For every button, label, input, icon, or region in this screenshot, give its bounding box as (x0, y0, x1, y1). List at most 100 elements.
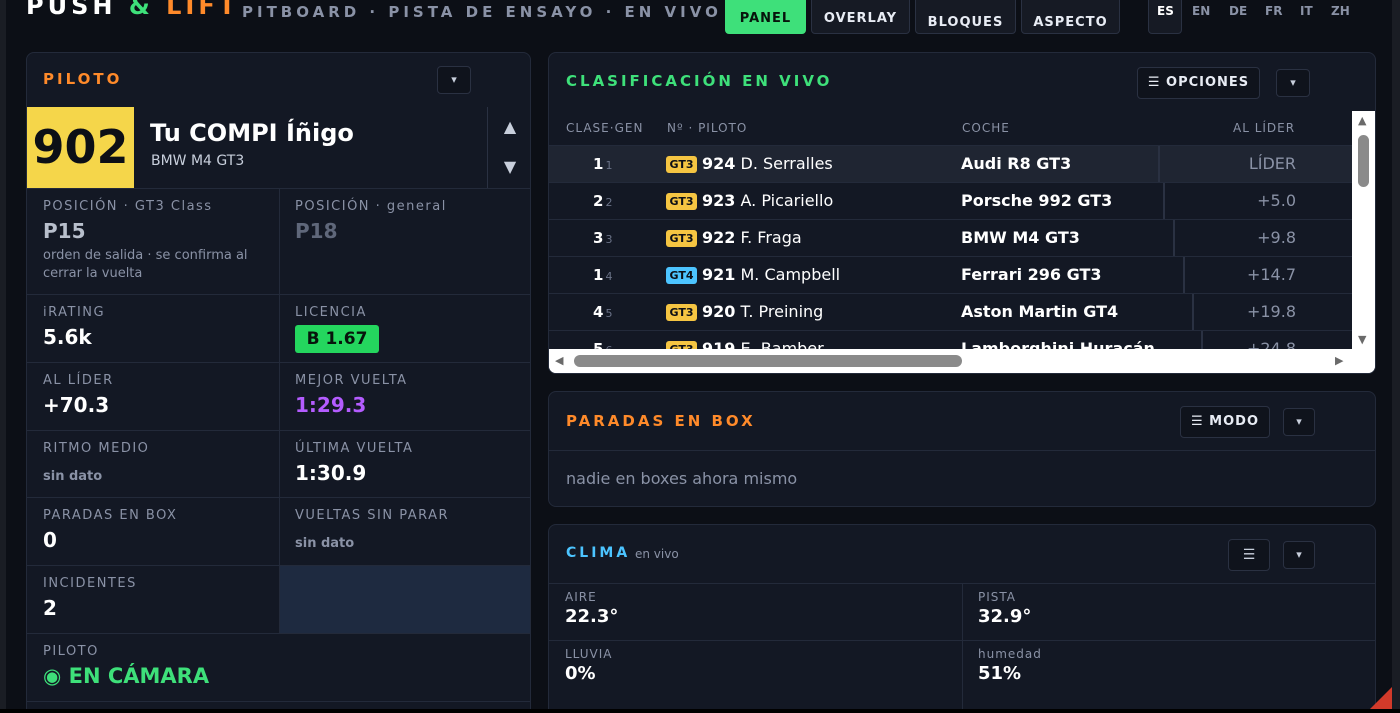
car-model: Porsche 992 GT3 (961, 191, 1113, 210)
gap-divider (1173, 220, 1175, 257)
class-badge: GT4 (666, 267, 697, 284)
driver-name: M. Campbell (740, 265, 841, 284)
table-row[interactable]: 56 GT3 919 E. Bamber Lamborghini Huracán… +2… (549, 330, 1352, 349)
stat-last-lap: ÚLTIMA VUELTA 1:30.9 (279, 430, 530, 497)
driver-name: T. Preining (740, 302, 824, 321)
weather-card: CLIMA en vivo ☰ ▾ AIRE 22.3° PISTA 32.9°… (548, 524, 1376, 713)
gap-divider (1201, 331, 1203, 349)
table-row[interactable]: 4 5 GT3 920 T. Preining Aston Martin GT4 +19.… (549, 293, 1352, 331)
car-model: Ferrari 296 GT3 (961, 265, 1102, 284)
class-pos-value: 5 (593, 340, 604, 349)
weather-menu-button[interactable]: ☰ (1228, 539, 1270, 571)
class-position: 11 (593, 155, 612, 173)
gap-divider (1163, 183, 1165, 220)
lang-it[interactable]: IT (1300, 4, 1313, 18)
stat-label: INCIDENTES (43, 576, 137, 591)
pilot-next-icon[interactable]: ▼ (488, 147, 530, 187)
car-model: Aston Martin GT4 (961, 302, 1119, 321)
scroll-left-icon[interactable]: ◀ (555, 354, 563, 367)
pilot-card-dropdown[interactable]: ▾ (437, 66, 471, 94)
stat-position-class: POSICIÓN · GT3 Class P15 orden de salida… (27, 188, 279, 294)
nav-overlay-label: OVERLAY (823, 10, 898, 26)
lang-zh[interactable]: ZH (1331, 4, 1350, 18)
weather-label: humedad (978, 647, 1042, 661)
stat-incidents: INCIDENTES 2 (27, 565, 279, 633)
window-left-edge (0, 0, 6, 713)
general-pos-value: 2 (605, 196, 613, 209)
class-badge: GT3 (666, 341, 697, 349)
vertical-scroll-thumb[interactable] (1358, 135, 1369, 187)
class-badge: GT3 (666, 230, 697, 247)
standings-options-button[interactable]: ☰ OPCIONES (1137, 67, 1260, 99)
table-row[interactable]: 2 2 GT3 923 A. Picariello Porsche 992 GT3 +5.… (549, 182, 1352, 220)
nav-blocks-label: BLOQUES (927, 14, 1004, 30)
gap-to-leader: +19.8 (1246, 302, 1296, 321)
col-gap[interactable]: AL LÍDER (1233, 121, 1295, 135)
nav-appearance-button[interactable]: ASPECTO (1021, 0, 1120, 34)
table-row[interactable]: 1 4 GT4 921 M. Campbell Ferrari 296 GT3 +14.7 (549, 256, 1352, 294)
standings-title: CLASIFICACIÓN EN VIVO (566, 72, 833, 90)
stat-license: LICENCIA B 1.67 (279, 294, 530, 362)
stat-avg-pace: RITMO MEDIO sin dato (27, 430, 279, 497)
standings-vertical-scrollbar[interactable]: ▲ ▼ (1352, 111, 1375, 349)
scroll-up-icon[interactable]: ▲ (1358, 114, 1366, 127)
gap-to-leader: LÍDER (1248, 154, 1296, 173)
stat-best-lap: MEJOR VUELTA 1:29.3 (279, 362, 530, 430)
pits-mode-button[interactable]: ☰ MODO (1180, 406, 1270, 438)
stat-label: iRATING (43, 305, 106, 320)
weather-value: 22.3° (565, 606, 619, 627)
col-class-gen[interactable]: CLASE·GEN (566, 121, 643, 135)
table-row[interactable]: 3 3 GT3 922 F. Fraga BMW M4 GT3 +9.8 (549, 219, 1352, 257)
nav-overlay-button[interactable]: OVERLAY (811, 0, 910, 34)
weather-title: CLIMA (566, 545, 631, 561)
stat-value: 1:29.3 (295, 393, 367, 417)
standings-dropdown[interactable]: ▾ (1276, 69, 1310, 97)
table-row[interactable]: 1 1 GT3 924 D. Serralles Audi R8 GT3 LÍDER (549, 145, 1352, 183)
gap-to-leader: +24.8 (1246, 339, 1296, 349)
resize-corner-icon[interactable] (1370, 687, 1392, 709)
pilot-prev-icon[interactable]: ▲ (488, 107, 530, 147)
scroll-down-icon[interactable]: ▼ (1358, 333, 1366, 346)
stat-label: VUELTAS SIN PARAR (295, 508, 450, 523)
nav-blocks-button[interactable]: BLOQUES (915, 0, 1016, 34)
lang-fr[interactable]: FR (1265, 4, 1282, 18)
horizontal-scroll-thumb[interactable] (574, 355, 962, 367)
driver-cell: 923 A. Picariello (702, 191, 833, 210)
pits-empty-message: nadie en boxes ahora mismo (566, 469, 798, 488)
car-number: 922 (702, 228, 736, 247)
brand-lift: LIFT (166, 0, 240, 20)
class-position: 56 (593, 340, 612, 349)
pilot-card: PILOTO ▾ 902 Tu COMPI Íñigo BMW M4 GT3 ▲… (26, 52, 531, 713)
nav-panel-button[interactable]: PANEL (725, 0, 806, 34)
license-badge: B 1.67 (295, 325, 379, 353)
class-badge: GT3 (666, 156, 697, 173)
brand-push: PUSH (26, 0, 117, 20)
pits-card: PARADAS EN BOX ☰ MODO ▾ nadie en boxes a… (548, 391, 1376, 507)
stat-value: P15 (43, 219, 86, 243)
driver-cell: 920 T. Preining (702, 302, 823, 321)
car-number: 923 (702, 191, 736, 210)
driver-name: F. Fraga (740, 228, 802, 247)
pits-dropdown[interactable]: ▾ (1283, 408, 1315, 436)
car-model: BMW M4 GT3 (961, 228, 1080, 247)
top-bar: PUSH & LIFT PITBOARD · PISTA DE ENSAYO ·… (0, 0, 1400, 40)
pilot-name: Tu COMPI Íñigo (150, 119, 354, 147)
stat-label: MEJOR VUELTA (295, 373, 408, 388)
col-driver[interactable]: Nº · PILOTO (667, 121, 747, 135)
standings-table-viewport: CLASE·GEN Nº · PILOTO COCHE AL LÍDER 11 G… (549, 111, 1375, 373)
weather-label: AIRE (565, 590, 597, 604)
stat-grid-divider (279, 188, 280, 633)
window-bottom-edge (0, 709, 1400, 713)
car-number: 921 (702, 265, 736, 284)
weather-dropdown[interactable]: ▾ (1283, 541, 1315, 569)
standings-horizontal-scrollbar[interactable]: ◀ ▶ (549, 349, 1375, 373)
lang-en[interactable]: EN (1192, 4, 1210, 18)
stat-label: PARADAS EN BOX (43, 508, 178, 523)
general-pos-value: 1 (605, 159, 613, 172)
scroll-right-icon[interactable]: ▶ (1335, 354, 1343, 367)
general-pos-value: 5 (605, 307, 613, 320)
col-car[interactable]: COCHE (962, 121, 1010, 135)
lang-es[interactable]: ES (1157, 4, 1174, 18)
lang-de[interactable]: DE (1229, 4, 1247, 18)
stat-pit-stops: PARADAS EN BOX 0 (27, 497, 279, 565)
